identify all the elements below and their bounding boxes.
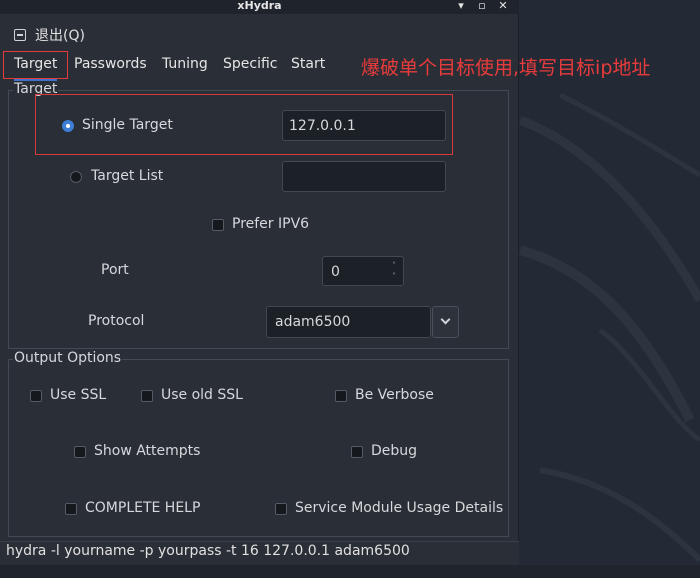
be-verbose-label: Be Verbose <box>355 387 434 403</box>
show-attempts-checkbox[interactable] <box>74 446 86 458</box>
output-options-label: Output Options <box>13 350 123 366</box>
show-attempts-label: Show Attempts <box>94 443 201 459</box>
use-old-ssl-checkbox[interactable] <box>141 390 153 402</box>
complete-help-label: COMPLETE HELP <box>85 500 201 516</box>
debug-label: Debug <box>371 443 418 459</box>
command-preview: hydra -l yourname -p yourpass -t 16 127.… <box>6 543 410 559</box>
tab-specific[interactable]: Specific <box>223 56 278 78</box>
target-list-input[interactable] <box>282 161 446 192</box>
use-ssl-label: Use SSL <box>50 387 107 403</box>
single-target-radio[interactable] <box>62 120 74 132</box>
tab-target[interactable]: Target <box>14 56 58 81</box>
single-target-input[interactable]: 127.0.0.1 <box>282 110 446 141</box>
prefer-ipv6-label: Prefer IPV6 <box>232 216 310 232</box>
chevron-down-icon <box>440 314 451 325</box>
debug-checkbox[interactable] <box>351 446 363 458</box>
prefer-ipv6-checkbox[interactable] <box>212 219 224 231</box>
service-module-label: Service Module Usage Details <box>295 500 504 516</box>
use-old-ssl-label: Use old SSL <box>161 387 243 403</box>
port-spinbox[interactable]: 0 ˄ ˅ <box>322 256 404 286</box>
port-label: Port <box>101 262 129 278</box>
title-bar: xHydra ▾ ▫ ✕ <box>0 0 519 14</box>
tab-passwords[interactable]: Passwords <box>74 56 147 78</box>
port-value: 0 <box>331 264 340 280</box>
single-target-label: Single Target <box>82 117 173 133</box>
complete-help-checkbox[interactable] <box>65 503 77 515</box>
use-ssl-checkbox[interactable] <box>30 390 42 402</box>
protocol-select[interactable]: adam6500 <box>266 306 431 338</box>
tab-start[interactable]: Start <box>291 56 325 78</box>
maximize-icon[interactable]: ▫ <box>476 0 488 12</box>
target-list-label: Target List <box>91 168 164 184</box>
desktop-bottom-strip <box>0 565 700 578</box>
minimize-icon[interactable]: ▾ <box>455 0 467 12</box>
command-status-bar: hydra -l yourname -p yourpass -t 16 127.… <box>0 541 519 565</box>
annotation-text: 爆破单个目标使用,填写目标ip地址 <box>361 57 651 79</box>
spin-arrows-icon[interactable]: ˄ ˅ <box>389 260 399 282</box>
protocol-dropdown-button[interactable] <box>432 306 459 338</box>
protocol-label: Protocol <box>88 313 145 329</box>
quit-icon <box>14 29 26 41</box>
be-verbose-checkbox[interactable] <box>335 390 347 402</box>
tab-tuning[interactable]: Tuning <box>162 56 208 78</box>
target-list-radio[interactable] <box>70 171 82 183</box>
quit-menu-label: 退出(Q) <box>35 28 85 44</box>
service-module-checkbox[interactable] <box>275 503 287 515</box>
quit-menu-item[interactable]: 退出(Q) <box>14 25 85 45</box>
close-icon[interactable]: ✕ <box>497 0 509 12</box>
window-title: xHydra <box>237 0 282 12</box>
xhydra-window: xHydra ▾ ▫ ✕ 退出(Q) Target Passwords Tuni… <box>0 0 519 565</box>
